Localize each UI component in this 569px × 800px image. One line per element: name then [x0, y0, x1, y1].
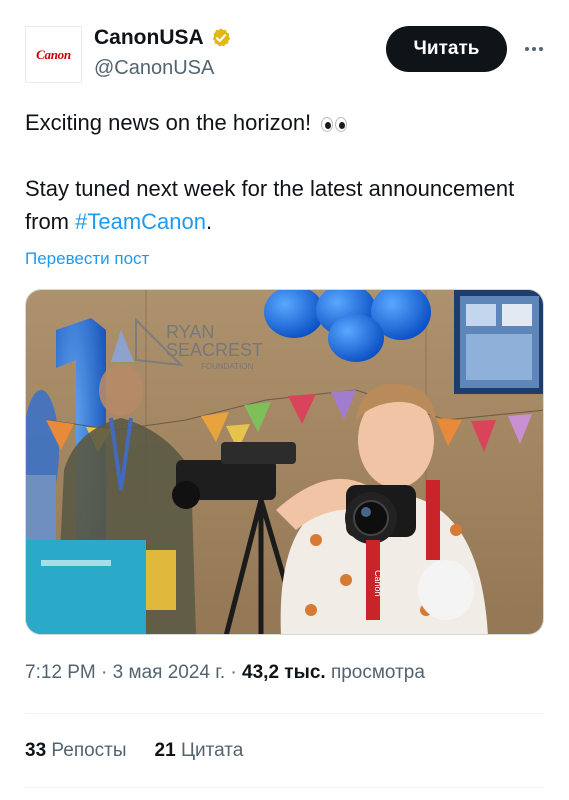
photo-scene: RYAN SEACREST FOUNDATION Canon	[26, 290, 543, 634]
svg-text:RYAN: RYAN	[166, 322, 214, 342]
svg-text:FOUNDATION: FOUNDATION	[201, 362, 254, 371]
more-icon[interactable]	[521, 36, 547, 62]
svg-text:Canon: Canon	[373, 570, 383, 597]
reposts-stat[interactable]: 33 Репосты	[25, 740, 127, 762]
svg-text:SEACREST: SEACREST	[166, 340, 263, 360]
tweet-date[interactable]: 3 мая 2024 г.	[113, 662, 225, 683]
views-count: 43,2 тыс.	[242, 662, 326, 683]
views-label: просмотра	[325, 662, 425, 683]
tweet-header: Canon CanonUSA @CanonUSA Читать	[25, 24, 547, 84]
divider	[25, 713, 544, 714]
follow-button[interactable]: Читать	[386, 26, 507, 72]
avatar[interactable]: Canon	[25, 26, 82, 83]
hashtag-link[interactable]: #TeamCanon	[75, 209, 206, 234]
tweet-time[interactable]: 7:12 PM	[25, 662, 96, 683]
tweet-text: Exciting news on the horizon! Stay tuned…	[25, 106, 545, 238]
canon-logo: Canon	[36, 46, 71, 62]
meta-separator: ·	[225, 662, 243, 683]
engagement-stats: 33 Репосты 21 Цитата	[25, 740, 243, 762]
divider	[25, 787, 544, 788]
author-name[interactable]: CanonUSA	[94, 26, 204, 50]
tweet-photo[interactable]: RYAN SEACREST FOUNDATION Canon	[25, 289, 544, 635]
eyes-emoji-icon	[321, 116, 348, 132]
meta-separator: ·	[95, 662, 113, 683]
tweet-meta: 7:12 PM · 3 мая 2024 г. · 43,2 тыс. прос…	[25, 662, 425, 684]
tweet-line-2-end: .	[206, 209, 213, 234]
translate-link[interactable]: Перевести пост	[25, 249, 149, 269]
tweet-line-1: Exciting news on the horizon!	[25, 110, 312, 135]
verified-badge-icon	[212, 28, 230, 47]
author-handle[interactable]: @CanonUSA	[94, 57, 214, 80]
name-row: CanonUSA	[94, 26, 232, 50]
quotes-stat[interactable]: 21 Цитата	[155, 740, 244, 762]
